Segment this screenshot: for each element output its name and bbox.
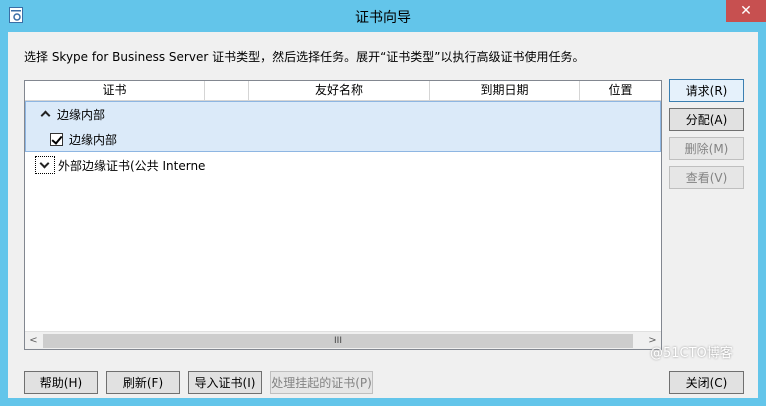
- close-button[interactable]: 关闭(C): [669, 371, 744, 394]
- close-icon[interactable]: ✕: [726, 0, 766, 22]
- column-expiry-date[interactable]: 到期日期: [430, 81, 580, 101]
- assign-button[interactable]: 分配(A): [669, 108, 744, 131]
- column-friendly-name[interactable]: 友好名称: [249, 81, 430, 101]
- certificate-wizard-window: 证书向导 ✕ 选择 Skype for Business Server 证书类型…: [0, 0, 766, 406]
- scroll-left-icon[interactable]: <: [25, 332, 42, 349]
- certificate-grid[interactable]: 证书 友好名称 到期日期 位置 边缘内部 边缘内部 外部边缘证书(公共 Inte…: [24, 80, 662, 350]
- group-edge-internal[interactable]: 边缘内部 边缘内部: [25, 101, 661, 152]
- column-blank[interactable]: [205, 81, 249, 101]
- group-header-row[interactable]: 边缘内部: [26, 102, 662, 126]
- help-button[interactable]: 帮助(H): [24, 371, 98, 394]
- window-title: 证书向导: [355, 10, 411, 26]
- grid-header: 证书 友好名称 到期日期 位置: [25, 81, 661, 101]
- refresh-button[interactable]: 刷新(F): [106, 371, 180, 394]
- request-button[interactable]: 请求(R): [669, 79, 744, 102]
- instruction-text: 选择 Skype for Business Server 证书类型，然后选择任务…: [24, 50, 585, 64]
- group-label-external: 外部边缘证书(公共 Interne: [58, 158, 206, 173]
- group-label: 边缘内部: [57, 107, 106, 122]
- column-certificate[interactable]: 证书: [25, 81, 205, 101]
- remove-button[interactable]: 删除(M): [669, 137, 744, 160]
- view-button[interactable]: 查看(V): [669, 166, 744, 189]
- title-bar: 证书向导 ✕: [0, 0, 766, 32]
- import-certificate-button[interactable]: 导入证书(I): [188, 371, 262, 394]
- process-pending-button[interactable]: 处理挂起的证书(P): [270, 371, 373, 394]
- chevron-up-icon[interactable]: [40, 108, 52, 120]
- horizontal-scrollbar[interactable]: < III >: [25, 331, 661, 349]
- group-external-edge[interactable]: 外部边缘证书(公共 Interne: [25, 153, 661, 177]
- chevron-down-icon: [39, 159, 51, 171]
- item-label: 边缘内部: [69, 132, 118, 147]
- item-checkbox[interactable]: [50, 132, 63, 146]
- scroll-thumb[interactable]: III: [43, 334, 633, 348]
- expand-toggle[interactable]: [35, 156, 55, 174]
- watermark: @51CTO博客: [650, 346, 733, 361]
- list-item-edge-internal[interactable]: 边缘内部: [26, 127, 662, 151]
- dialog-body: 选择 Skype for Business Server 证书类型，然后选择任务…: [8, 32, 758, 398]
- column-location[interactable]: 位置: [580, 81, 661, 101]
